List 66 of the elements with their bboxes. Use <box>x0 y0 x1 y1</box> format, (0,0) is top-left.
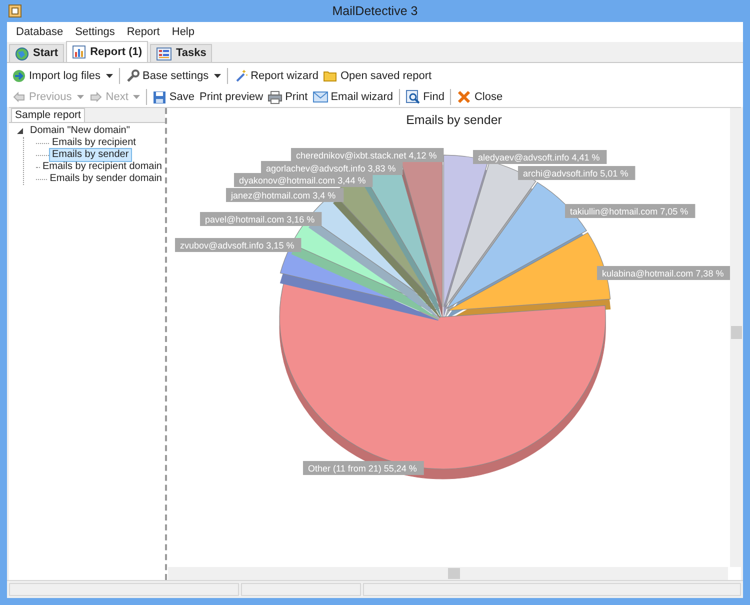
tree-item[interactable]: Emails by recipient <box>49 136 139 150</box>
import-arrow-icon <box>12 69 26 83</box>
back-arrow-icon <box>12 90 26 104</box>
tree-item[interactable]: Emails by recipient domain <box>40 160 165 174</box>
tab[interactable]: Report (1) <box>66 41 148 62</box>
magic-wand-icon <box>234 69 248 83</box>
vertical-scrollbar[interactable] <box>730 108 741 567</box>
dropdown-arrow-icon <box>133 95 140 99</box>
data-label: kulabina@hotmail.com 7,38 % <box>597 266 730 280</box>
data-label: Other (11 from 21) 55,24 % <box>303 461 424 475</box>
menu-item[interactable]: Settings <box>70 24 120 40</box>
slice-label: kulabina@hotmail.com 7,38 % <box>602 268 724 278</box>
close-x-icon <box>457 90 472 104</box>
toolbar-button[interactable]: Base settings <box>124 66 222 86</box>
slice-label: cherednikov@ixbt.stack.net 4,12 % <box>296 150 437 160</box>
window-title: MailDetective 3 <box>332 2 418 20</box>
printer-icon <box>268 90 282 104</box>
slice-label: Other (11 from 21) 55,24 % <box>308 464 417 474</box>
slice-label: takiullin@hotmail.com 7,05 % <box>570 206 688 216</box>
menu-item[interactable]: Report <box>122 24 165 40</box>
slice-label: janez@hotmail.com 3,4 % <box>230 190 336 200</box>
panel-tab[interactable]: Sample report <box>11 108 85 122</box>
dropdown-arrow-icon <box>76 95 84 99</box>
dropdown-arrow-icon <box>106 74 113 78</box>
tree-item[interactable]: Domain "New domain" <box>27 124 133 138</box>
toolbar-button[interactable]: Open saved report <box>322 66 433 86</box>
data-label: archi@advsoft.info 5,01 % <box>518 166 636 180</box>
magnifier-icon <box>406 90 420 104</box>
toolbar-button[interactable]: Print preview <box>198 87 264 107</box>
tree-item[interactable]: Emails by sender <box>49 148 132 162</box>
menu-item[interactable]: Help <box>166 24 200 40</box>
slice-label: aledyaev@advsoft.info 4,41 % <box>478 152 600 162</box>
toolbar-button[interactable]: Email wizard <box>312 87 394 107</box>
data-label: pavel@hotmail.com 3,16 % <box>200 212 322 226</box>
slice-label: dyakonov@hotmail.com 3,44 % <box>239 176 366 186</box>
slice-label: pavel@hotmail.com 3,16 % <box>205 214 315 224</box>
tasks-icon <box>156 46 172 60</box>
envelope-icon <box>312 91 328 103</box>
horizontal-scrollbar[interactable] <box>168 567 728 580</box>
data-label: aledyaev@advsoft.info 4,41 % <box>473 150 607 164</box>
menu-item[interactable]: Database <box>11 24 68 40</box>
toolbar-button[interactable]: Report wizard <box>232 66 320 86</box>
tree-item[interactable]: Emails by sender domain <box>46 172 165 186</box>
dropdown-arrow-icon <box>214 74 221 78</box>
globe-icon <box>15 46 29 60</box>
data-label: zvubov@advsoft.info 3,15 % <box>175 238 302 252</box>
chart-title: Emails by sender <box>406 113 502 127</box>
app-icon <box>8 4 22 18</box>
slice-label: archi@advsoft.info 5,01 % <box>523 168 628 178</box>
data-label: janez@hotmail.com 3,4 % <box>226 188 344 202</box>
toolbar-button[interactable]: Import log files <box>11 66 114 86</box>
toolbar-button[interactable]: Save <box>152 87 196 107</box>
wrench-icon <box>126 69 140 83</box>
toolbar-button[interactable]: Close <box>456 87 504 107</box>
tab[interactable]: Start <box>9 44 64 62</box>
data-label: takiullin@hotmail.com 7,05 % <box>565 204 696 218</box>
tab[interactable]: Tasks <box>150 44 212 62</box>
slice-label: agorlachev@advsoft.info 3,83 % <box>266 164 396 174</box>
toolbar-button[interactable]: Print <box>267 87 309 107</box>
data-label: cherednikov@ixbt.stack.net 4,12 % <box>291 148 444 162</box>
slice-label: zvubov@advsoft.info 3,15 % <box>180 240 294 250</box>
folder-icon <box>323 69 338 83</box>
toolbar-button[interactable]: Find <box>405 87 446 107</box>
forward-arrow-icon <box>88 90 103 104</box>
report-icon <box>72 45 86 59</box>
data-label: agorlachev@advsoft.info 3,83 % <box>261 161 403 175</box>
